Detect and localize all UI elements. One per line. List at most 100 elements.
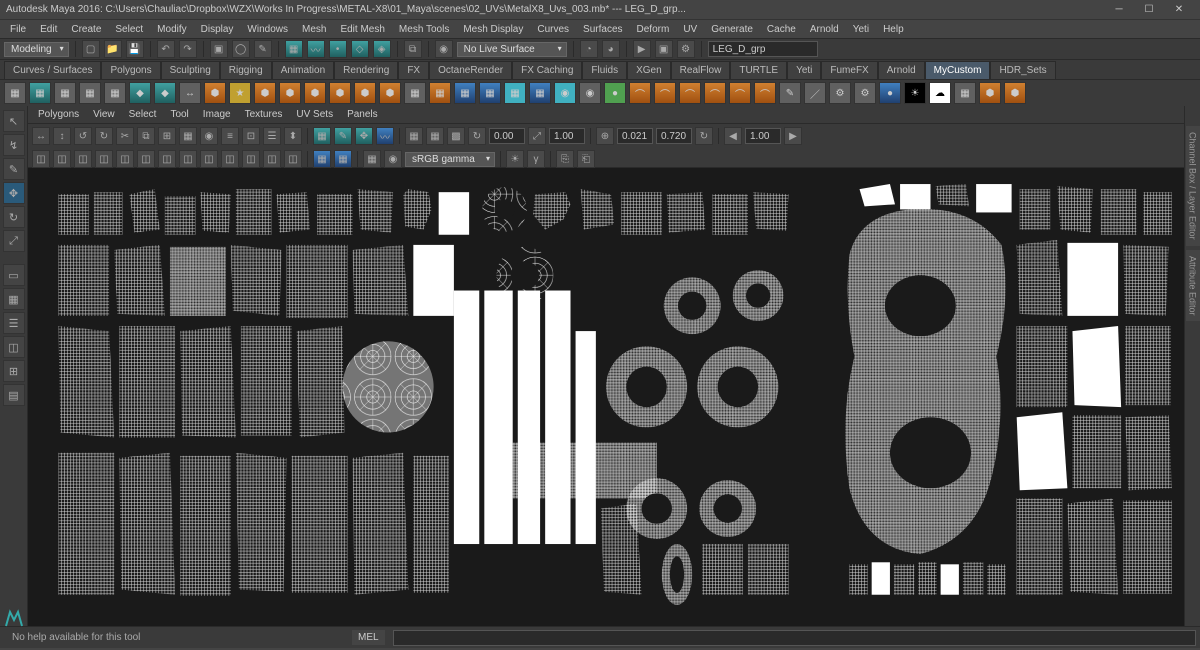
- layout-hyper-icon[interactable]: ⊞: [3, 360, 25, 382]
- gamma-dropdown[interactable]: sRGB gamma: [405, 152, 495, 167]
- shelf-btn-34[interactable]: ⚙: [829, 82, 851, 104]
- minimize-button[interactable]: ─: [1104, 1, 1134, 19]
- shelf-btn-22[interactable]: ▦: [529, 82, 551, 104]
- uv-stack-icon[interactable]: ☰: [263, 127, 281, 145]
- lasso-icon[interactable]: ◯: [232, 40, 250, 58]
- panel-menu-view[interactable]: View: [87, 107, 121, 122]
- redo-icon[interactable]: ↷: [179, 40, 197, 58]
- maximize-button[interactable]: ☐: [1134, 1, 1164, 19]
- uv-refresh-icon[interactable]: ↻: [695, 127, 713, 145]
- uv-spin-right-icon[interactable]: ▶: [784, 127, 802, 145]
- menu-generate[interactable]: Generate: [705, 22, 759, 37]
- uv-layout-icon[interactable]: ▦: [179, 127, 197, 145]
- uv-orient-icon[interactable]: ⬍: [284, 127, 302, 145]
- uv-tool-k-icon[interactable]: ◫: [242, 150, 260, 168]
- menu-edit-mesh[interactable]: Edit Mesh: [334, 22, 390, 37]
- mel-label[interactable]: MEL: [352, 630, 385, 645]
- uv-grid-icon[interactable]: ▦: [405, 127, 423, 145]
- shelf-tab-fx[interactable]: FX: [398, 61, 429, 79]
- shelf-btn-23[interactable]: ◉: [554, 82, 576, 104]
- shelf-btn-1[interactable]: ▦: [4, 82, 26, 104]
- uv-v-field[interactable]: [656, 128, 692, 144]
- uv-dim-icon[interactable]: ▦: [363, 150, 381, 168]
- uv-u-field[interactable]: [617, 128, 653, 144]
- paint-tool-icon[interactable]: ✎: [3, 158, 25, 180]
- uv-tool-l-icon[interactable]: ◫: [263, 150, 281, 168]
- menu-select[interactable]: Select: [109, 22, 149, 37]
- uv-scale-field[interactable]: [549, 128, 585, 144]
- shelf-btn-5[interactable]: ▦: [104, 82, 126, 104]
- command-line-input[interactable]: [393, 630, 1196, 646]
- menu-edit[interactable]: Edit: [34, 22, 63, 37]
- history-toggle-icon[interactable]: ◕: [602, 40, 620, 58]
- uv-tool-e-icon[interactable]: ◫: [116, 150, 134, 168]
- menu-mesh-display[interactable]: Mesh Display: [457, 22, 529, 37]
- menu-cache[interactable]: Cache: [761, 22, 802, 37]
- uv-gamma-icon[interactable]: γ: [527, 150, 545, 168]
- shelf-tab-animation[interactable]: Animation: [272, 61, 334, 79]
- live-surface-icon[interactable]: ◉: [435, 40, 453, 58]
- history-icon[interactable]: ◔: [580, 40, 598, 58]
- move-tool-icon[interactable]: ✥: [3, 182, 25, 204]
- uv-rotate-icon[interactable]: ↻: [468, 127, 486, 145]
- uv-shade-a-icon[interactable]: ▦: [313, 150, 331, 168]
- shelf-tab-hdrsets[interactable]: HDR_Sets: [990, 61, 1055, 79]
- attribute-editor-tab[interactable]: Attribute Editor: [1186, 250, 1200, 322]
- uv-rotate-ccw-icon[interactable]: ↺: [74, 127, 92, 145]
- uv-tool-c-icon[interactable]: ◫: [74, 150, 92, 168]
- snap-curve-icon[interactable]: 〰: [307, 40, 325, 58]
- shelf-btn-7[interactable]: ◆: [154, 82, 176, 104]
- shelf-btn-9[interactable]: ⬢: [204, 82, 226, 104]
- shelf-btn-8[interactable]: ↔: [179, 82, 201, 104]
- paint-select-icon[interactable]: ✎: [254, 40, 272, 58]
- menu-help[interactable]: Help: [877, 22, 910, 37]
- save-scene-icon[interactable]: 💾: [126, 40, 144, 58]
- shelf-btn-27[interactable]: ⌒: [654, 82, 676, 104]
- menu-mesh[interactable]: Mesh: [296, 22, 332, 37]
- shelf-btn-3[interactable]: ▦: [54, 82, 76, 104]
- uv-smooth-icon[interactable]: 〰: [376, 127, 394, 145]
- shelf-btn-29[interactable]: ⌒: [704, 82, 726, 104]
- shelf-tab-arnold[interactable]: Arnold: [878, 61, 925, 79]
- menu-display[interactable]: Display: [195, 22, 240, 37]
- snap-plane-icon[interactable]: ◇: [351, 40, 369, 58]
- layout-persp-icon[interactable]: ◫: [3, 336, 25, 358]
- uv-shade-b-icon[interactable]: ▦: [334, 150, 352, 168]
- shelf-btn-20[interactable]: ▦: [479, 82, 501, 104]
- uv-cut-icon[interactable]: ✂: [116, 127, 134, 145]
- shelf-btn-28[interactable]: ⌒: [679, 82, 701, 104]
- uv-flip-v-icon[interactable]: ↕: [53, 127, 71, 145]
- shelf-btn-26[interactable]: ⌒: [629, 82, 651, 104]
- rotate-tool-icon[interactable]: ↻: [3, 206, 25, 228]
- menu-mesh-tools[interactable]: Mesh Tools: [393, 22, 455, 37]
- shelf-btn-40[interactable]: ⬢: [979, 82, 1001, 104]
- render-settings-icon[interactable]: ⚙: [677, 40, 695, 58]
- menu-modify[interactable]: Modify: [151, 22, 192, 37]
- shelf-btn-30[interactable]: ⌒: [729, 82, 751, 104]
- uv-tool-b-icon[interactable]: ◫: [53, 150, 71, 168]
- shelf-btn-15[interactable]: ⬢: [354, 82, 376, 104]
- uv-tool-g-icon[interactable]: ◫: [158, 150, 176, 168]
- uv-scale-icon[interactable]: ⤢: [528, 127, 546, 145]
- shelf-tab-mycustom[interactable]: MyCustom: [925, 61, 991, 79]
- shelf-btn-41[interactable]: ⬢: [1004, 82, 1026, 104]
- shelf-btn-36[interactable]: ●: [879, 82, 901, 104]
- close-button[interactable]: ✕: [1164, 1, 1194, 19]
- channel-box-tab[interactable]: Channel Box / Layer Editor: [1186, 126, 1200, 246]
- shelf-btn-14[interactable]: ⬢: [329, 82, 351, 104]
- layout-four-icon[interactable]: ▦: [3, 288, 25, 310]
- shelf-tab-octane[interactable]: OctaneRender: [429, 61, 512, 79]
- uv-flip-u-icon[interactable]: ↔: [32, 127, 50, 145]
- menu-create[interactable]: Create: [65, 22, 107, 37]
- shelf-btn-39[interactable]: ▦: [954, 82, 976, 104]
- uv-rotate-cw-icon[interactable]: ↻: [95, 127, 113, 145]
- select-mode-icon[interactable]: ▣: [210, 40, 228, 58]
- shelf-btn-11[interactable]: ⬢: [254, 82, 276, 104]
- shelf-tab-yeti[interactable]: Yeti: [787, 61, 821, 79]
- shelf-tab-fxcaching[interactable]: FX Caching: [512, 61, 582, 79]
- shelf-btn-31[interactable]: ⌒: [754, 82, 776, 104]
- shelf-tab-sculpting[interactable]: Sculpting: [161, 61, 220, 79]
- shelf-btn-2[interactable]: ▦: [29, 82, 51, 104]
- uv-spin-field[interactable]: [745, 128, 781, 144]
- uv-sew-icon[interactable]: ⧉: [137, 127, 155, 145]
